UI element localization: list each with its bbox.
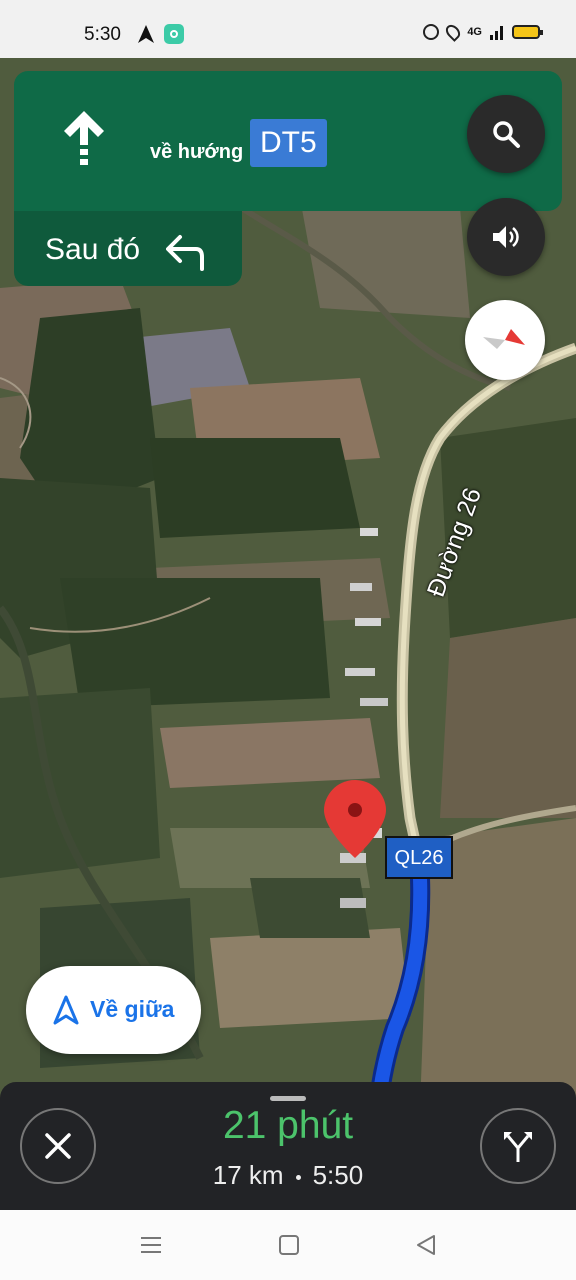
trip-distance: 17 km (212, 1160, 284, 1190)
sound-button[interactable] (467, 198, 545, 276)
recenter-label: Về giữa (90, 996, 175, 1022)
back-icon[interactable] (414, 1234, 438, 1256)
network-type: 4G (467, 26, 482, 38)
trip-panel[interactable]: 21 phút 17 km 5:50 (0, 1082, 576, 1210)
status-icons: 4G (423, 22, 543, 42)
towards-label: về hướng (150, 141, 244, 163)
home-icon[interactable] (277, 1234, 301, 1256)
status-time: 5:30 (84, 24, 121, 45)
then-label: Sau đó (45, 233, 141, 266)
signal-icon (490, 26, 503, 40)
battery-icon (512, 25, 543, 39)
alternate-routes-icon (504, 1132, 532, 1162)
turn-left-arrow-icon (166, 235, 204, 271)
volume-icon (493, 226, 519, 248)
navigation-arrow-icon (138, 25, 154, 43)
search-button[interactable] (467, 95, 545, 173)
straight-arrow-icon (64, 111, 104, 165)
app-notification-icon (164, 24, 184, 44)
alarm-icon (423, 24, 440, 40)
search-icon (493, 121, 520, 148)
location-icon (443, 22, 464, 42)
separator-dot (295, 1174, 301, 1180)
system-navigation-bar (0, 1210, 576, 1280)
route-badge: QL26 (385, 836, 453, 879)
arrival-time: 5:50 (312, 1160, 364, 1190)
menu-icon[interactable] (139, 1234, 163, 1256)
drag-handle[interactable] (270, 1096, 306, 1101)
alternate-routes-button[interactable] (480, 1108, 556, 1184)
recenter-button[interactable]: Về giữa (26, 966, 201, 1054)
navigation-arrow-icon (53, 995, 79, 1025)
compass-button[interactable] (465, 300, 545, 380)
road-badge: DT5 (250, 119, 327, 167)
compass-icon (483, 329, 525, 349)
then-instruction[interactable]: Sau đó (14, 211, 242, 286)
